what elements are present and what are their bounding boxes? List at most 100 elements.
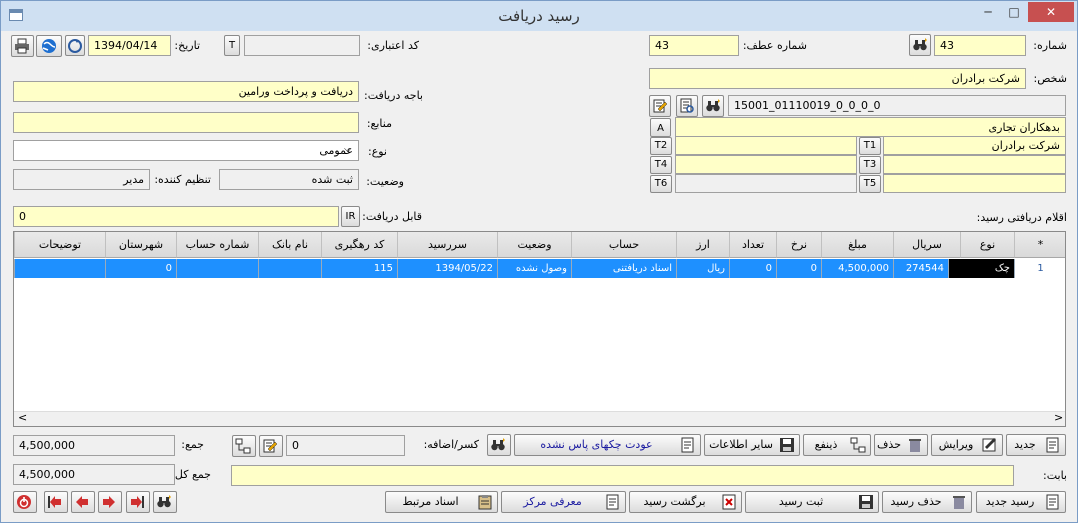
t4-field[interactable] (675, 155, 857, 174)
type-select[interactable]: عمومی (13, 140, 359, 161)
table-header-rate[interactable]: نرخ (776, 232, 821, 258)
arrow-right-icon (103, 496, 115, 508)
return-receipt-button[interactable]: برگشت رسید (629, 491, 742, 513)
date-label: تاریخ: (174, 39, 200, 52)
cell-city[interactable]: 0 (105, 259, 176, 278)
clipboard-icon (478, 495, 492, 510)
table-header-count[interactable]: تعداد (729, 232, 776, 258)
t2-button[interactable]: T2 (650, 137, 672, 155)
credit-code-field[interactable] (244, 35, 360, 56)
delete-item-button[interactable]: حذف (874, 434, 928, 456)
t5-field[interactable] (883, 174, 1066, 193)
status-field: ثبت شده (219, 169, 359, 190)
table-header-desc[interactable]: توضیحات (14, 232, 105, 258)
cell-status[interactable]: وصول نشده (497, 259, 571, 278)
beneficiary-button[interactable]: ذینفع (803, 434, 871, 456)
account-view-button[interactable] (676, 95, 698, 117)
cell-count[interactable]: 0 (729, 259, 776, 278)
cell-rate[interactable]: 0 (776, 259, 821, 278)
next-record-button[interactable] (98, 491, 122, 513)
table-header-star[interactable]: * (1014, 232, 1065, 258)
t5-button[interactable]: T5 (859, 175, 881, 193)
account-group-field[interactable]: بدهکاران تجاری (675, 117, 1066, 137)
number-field[interactable]: 43 (934, 35, 1026, 56)
maximize-button[interactable]: □ (1001, 2, 1027, 22)
ref-number-field[interactable]: 43 (649, 35, 739, 56)
a-button[interactable]: A (650, 118, 671, 137)
delete-receipt-button[interactable]: حذف رسید (882, 491, 972, 513)
internet-button[interactable] (36, 35, 62, 57)
binoculars-icon (913, 38, 927, 51)
table-header-tracking[interactable]: کد رهگیری (321, 232, 397, 258)
horizontal-scrollbar[interactable]: < > (14, 411, 1065, 426)
t2-field[interactable] (675, 136, 857, 155)
other-info-button[interactable]: سایر اطلاعات (704, 434, 800, 456)
t6-button[interactable]: T6 (650, 175, 672, 193)
edit-item-button[interactable]: ویرایش (931, 434, 1003, 456)
return-unpaid-checks-button[interactable]: عودت چکهای پاس نشده (514, 434, 701, 456)
table-header-due[interactable]: سررسید (397, 232, 497, 258)
new-receipt-button[interactable]: رسید جدید (976, 491, 1066, 513)
about-field[interactable] (231, 465, 1014, 486)
t1-field[interactable]: شرکت برادران (883, 136, 1066, 155)
new-item-button[interactable]: جدید (1006, 434, 1066, 456)
checks-search-button[interactable] (487, 434, 511, 456)
previous-record-button[interactable] (71, 491, 95, 513)
print-button[interactable] (11, 35, 34, 57)
person-label: شخص: (1033, 72, 1068, 85)
deduct-add-tree-button[interactable] (232, 435, 256, 457)
row-number[interactable]: 1 (1014, 259, 1065, 278)
number-search-button[interactable] (909, 34, 931, 56)
account-search-button[interactable] (702, 95, 724, 117)
table-header-amount[interactable]: مبلغ (821, 232, 893, 258)
table-header-account[interactable]: حساب (571, 232, 676, 258)
cell-account-no[interactable] (176, 259, 258, 278)
first-record-icon (48, 496, 61, 508)
cell-due[interactable]: 1394/05/22 (397, 259, 497, 278)
t-button[interactable]: T (224, 35, 240, 56)
box-field[interactable]: دریافت و پرداخت ورامین (13, 81, 359, 102)
related-docs-button[interactable]: اسناد مرتبط (385, 491, 498, 513)
account-code-field[interactable]: 15001_01110019_0_0_0_0 (728, 95, 1066, 116)
intro-center-button[interactable]: معرفی مرکز (501, 491, 626, 513)
save-receipt-button[interactable]: ثبت رسید (745, 491, 879, 513)
minimize-button[interactable]: ─ (975, 2, 1001, 22)
cell-currency[interactable]: ریال (676, 259, 729, 278)
cell-serial[interactable]: 274544 (893, 259, 948, 278)
cell-account[interactable]: اسناد دریافتنی (571, 259, 676, 278)
source-field[interactable] (13, 112, 359, 133)
table-header-serial[interactable]: سریال (893, 232, 960, 258)
t3-field[interactable] (883, 155, 1066, 174)
cell-tracking[interactable]: 115 (321, 259, 397, 278)
account-edit-button[interactable] (649, 95, 671, 117)
table-header-bank[interactable]: نام بانک (258, 232, 321, 258)
footer-search-button[interactable] (153, 491, 177, 513)
cell-desc[interactable] (14, 259, 105, 278)
t6-field[interactable] (675, 174, 857, 193)
binoculars-icon (491, 438, 505, 451)
currency-button[interactable]: IR (341, 206, 360, 227)
cell-amount[interactable]: 4,500,000 (821, 259, 893, 278)
table-header-status[interactable]: وضعیت (497, 232, 571, 258)
scroll-right-icon[interactable]: > (1054, 411, 1063, 424)
deduct-add-edit-button[interactable] (259, 435, 283, 457)
date-refresh-button[interactable] (65, 35, 85, 56)
exit-button[interactable] (13, 491, 37, 513)
table-header-currency[interactable]: ارز (676, 232, 729, 258)
first-record-button[interactable] (44, 491, 68, 513)
last-record-button[interactable] (126, 491, 150, 513)
person-field[interactable]: شرکت برادران (649, 68, 1026, 89)
receipt-window: رسید دریافت ─ □ ✕ شماره: 43 شماره عطف: 4… (0, 0, 1078, 523)
close-button[interactable]: ✕ (1028, 2, 1074, 22)
cell-bank[interactable] (258, 259, 321, 278)
network-icon (850, 437, 866, 453)
table-header-account-no[interactable]: شماره حساب (176, 232, 258, 258)
t3-button[interactable]: T3 (859, 156, 881, 174)
date-field[interactable]: 1394/04/14 (88, 35, 171, 56)
scroll-left-icon[interactable]: < (18, 411, 27, 424)
table-header-type[interactable]: نوع (960, 232, 1014, 258)
t4-button[interactable]: T4 (650, 156, 672, 174)
t1-button[interactable]: T1 (859, 137, 881, 155)
cell-type[interactable]: چک (948, 259, 1014, 278)
table-header-city[interactable]: شهرستان (105, 232, 176, 258)
